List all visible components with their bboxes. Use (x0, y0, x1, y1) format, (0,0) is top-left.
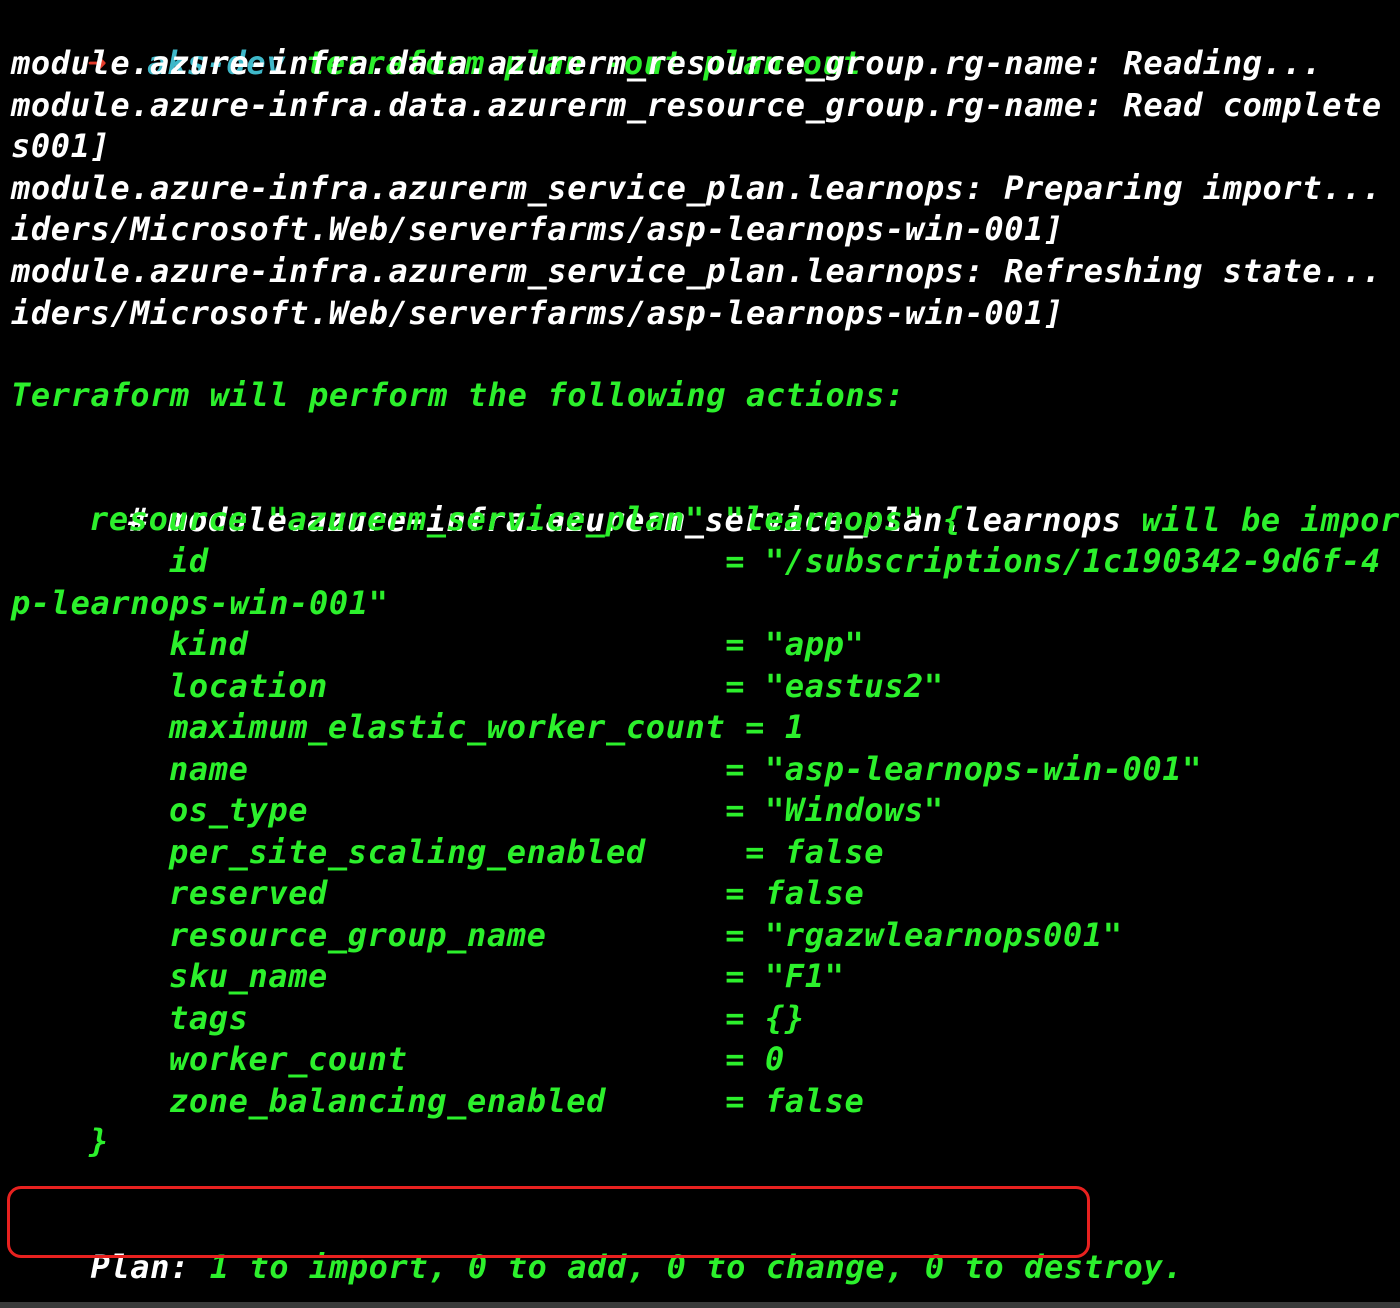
attribute-row: tags = {} (169, 997, 805, 1039)
attribute-pad (328, 667, 725, 705)
attribute-value: = "asp-learnops-win-001" (725, 749, 1203, 788)
attribute-row: id = "/subscriptions/1c190342-9d6f-4 (169, 540, 1381, 582)
attribute-continuation: p-learnops-win-001" (11, 582, 388, 624)
attribute-row: reserved = false (169, 872, 864, 914)
attribute-key: os_type (169, 791, 309, 829)
attribute-row: resource_group_name = "rgazwlearnops001" (169, 914, 1123, 956)
attribute-row: worker_count = 0 (169, 1038, 785, 1080)
attribute-pad (646, 833, 745, 871)
attribute-value: = false (725, 1081, 865, 1120)
attribute-row: per_site_scaling_enabled = false (169, 831, 884, 873)
attribute-pad (209, 542, 726, 580)
log-line: iders/Microsoft.Web/serverfarms/asp-lear… (11, 210, 1064, 249)
attribute-row: sku_name = "F1" (169, 955, 844, 997)
attribute-key: sku_name (169, 957, 328, 995)
attribute-key: per_site_scaling_enabled (169, 832, 646, 871)
attribute-value: = {} (725, 998, 805, 1037)
attribute-value: = "eastus2" (725, 666, 944, 705)
log-line: module.azure-infra.data.azurerm_resource… (11, 85, 1382, 124)
actions-header: Terraform will perform the following act… (11, 376, 905, 414)
attribute-pad (328, 957, 725, 995)
attribute-row: os_type = "Windows" (169, 789, 944, 831)
attribute-value: = false (725, 874, 865, 912)
attribute-value: = 0 (725, 1040, 785, 1078)
attribute-key: tags (169, 998, 249, 1037)
plan-highlight-box (7, 1186, 1090, 1258)
attribute-value: = "/subscriptions/1c190342-9d6f-4 (725, 542, 1381, 580)
attribute-value: = "Windows" (725, 791, 944, 829)
attribute-value: = "F1" (725, 957, 845, 995)
log-line: module.azure-infra.azurerm_service_plan.… (11, 168, 1382, 207)
attribute-pad (606, 1082, 725, 1120)
prompt-line: ➜ aks-dev terraform plan -out plan.out (8, 0, 862, 82)
attribute-value: = 1 (745, 708, 805, 746)
attribute-key: name (169, 749, 249, 788)
attribute-key: reserved (169, 874, 328, 912)
attribute-row: zone_balancing_enabled = false (169, 1080, 864, 1122)
resource-comment-line: # module.azure-infra.azurerm_service_pla… (49, 457, 1400, 539)
resource-closing-brace: } (89, 1122, 109, 1160)
log-line: module.azure-infra.azurerm_service_plan.… (11, 252, 1382, 290)
attribute-key: resource_group_name (169, 915, 547, 954)
log-line: module.azure-infra.data.azurerm_resource… (11, 44, 1323, 82)
attribute-row: maximum_elastic_worker_count = 1 (169, 706, 805, 748)
attribute-pad (248, 625, 725, 663)
attribute-key: id (169, 542, 209, 580)
attribute-pad (407, 1040, 725, 1078)
attribute-pad (248, 999, 725, 1037)
attribute-value: = false (745, 832, 885, 871)
attribute-pad (328, 874, 725, 912)
attribute-row: name = "asp-learnops-win-001" (169, 748, 1202, 790)
attribute-key: worker_count (169, 1040, 408, 1078)
attribute-value: p-learnops-win-001" (11, 583, 389, 622)
attribute-value: = "app" (725, 625, 865, 663)
attribute-row: kind = "app" (169, 623, 864, 665)
attribute-key: location (169, 666, 328, 705)
log-line: iders/Microsoft.Web/serverfarms/asp-lear… (11, 293, 1064, 332)
terminal-window: ➜ aks-dev terraform plan -out plan.out m… (0, 0, 1400, 1308)
attribute-pad (248, 750, 725, 788)
log-line: s001] (11, 127, 111, 166)
resource-declaration: resource "azurerm_service_plan" "learnop… (89, 500, 964, 538)
attribute-row: location = "eastus2" (169, 665, 944, 707)
attribute-key: maximum_elastic_worker_count (169, 708, 726, 746)
attribute-pad (725, 708, 745, 746)
attribute-pad (308, 791, 725, 829)
attribute-key: kind (169, 625, 249, 663)
attribute-value: = "rgazwlearnops001" (725, 915, 1123, 954)
attribute-pad (546, 916, 725, 954)
bottom-divider (0, 1302, 1400, 1308)
attribute-key: zone_balancing_enabled (169, 1081, 607, 1120)
resource-action: will be imported (1141, 501, 1400, 539)
